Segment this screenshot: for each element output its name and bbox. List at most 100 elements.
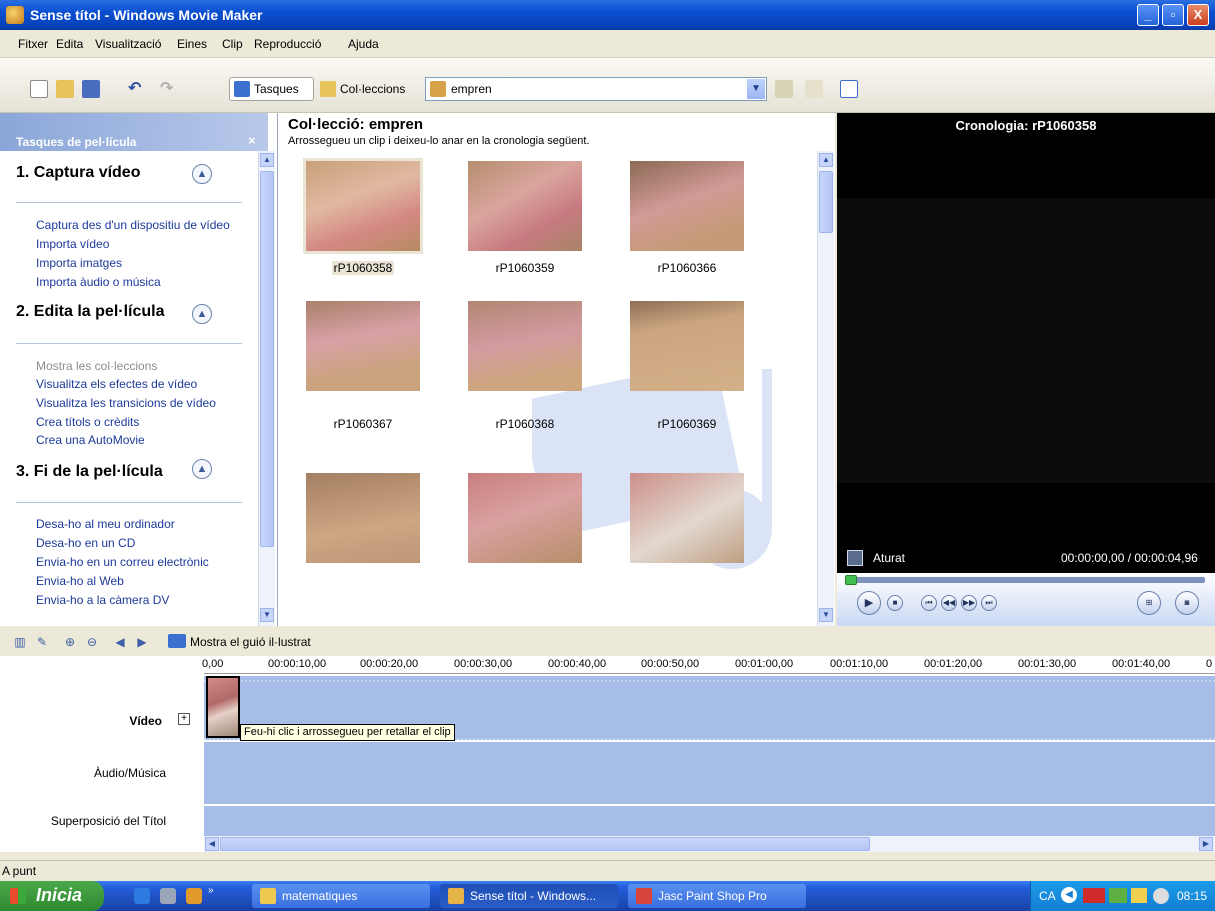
ruler-tick: 00:00:30,00 [454, 658, 513, 670]
ie-quicklaunch-icon[interactable] [134, 888, 150, 904]
collection-title: Col·lecció: empren [288, 116, 424, 133]
tray-expand-icon[interactable]: ◀ [1061, 887, 1077, 903]
taskbar-button-matematiques[interactable]: matematiques [252, 884, 430, 908]
storyboard-icon[interactable] [168, 634, 186, 648]
network-tray-icon[interactable] [1109, 888, 1127, 903]
fullscreen-icon[interactable] [847, 550, 863, 566]
scroll-thumb[interactable] [819, 171, 833, 233]
new-project-icon[interactable] [30, 80, 48, 98]
collapse-chevron-icon[interactable]: ▲ [192, 304, 212, 324]
minimize-button[interactable]: _ [1137, 4, 1159, 26]
collection-dropdown[interactable]: empren ▼ [425, 77, 767, 101]
narrate-timeline-icon[interactable]: ✎ [34, 634, 50, 650]
show-desktop-icon[interactable] [160, 888, 176, 904]
new-collection-icon[interactable] [805, 80, 823, 98]
close-button[interactable]: X [1187, 4, 1209, 26]
up-folder-icon[interactable] [775, 80, 793, 98]
play-icon[interactable]: ▶ [857, 591, 881, 615]
scroll-down-icon[interactable]: ▼ [819, 608, 833, 622]
ruler-tick: 00:00:10,00 [268, 658, 327, 670]
scroll-up-icon[interactable]: ▲ [819, 153, 833, 167]
scroll-left-icon[interactable]: ◀ [205, 837, 219, 851]
language-indicator[interactable]: CA [1039, 889, 1056, 903]
rewind-timeline-icon[interactable]: ◀ [112, 634, 128, 650]
security-tray-icon[interactable] [1131, 888, 1147, 903]
task-save-computer[interactable]: Desa-ho al meu ordinador [36, 517, 175, 531]
scroll-up-icon[interactable]: ▲ [260, 153, 274, 167]
collapse-chevron-icon[interactable]: ▲ [192, 459, 212, 479]
audio-track[interactable] [204, 742, 1215, 804]
maximize-button[interactable]: ▫ [1162, 4, 1184, 26]
more-quicklaunch-icon[interactable]: » [208, 885, 214, 896]
start-button[interactable]: Inicia [0, 881, 104, 911]
save-project-icon[interactable] [82, 80, 100, 98]
task-view-transitions[interactable]: Visualitza les transicions de vídeo [36, 396, 216, 410]
menu-file[interactable]: Fitxer [18, 37, 48, 51]
scroll-thumb[interactable] [260, 171, 274, 547]
ruler-tick: 00:01:10,00 [830, 658, 889, 670]
task-import-video[interactable]: Importa vídeo [36, 237, 109, 251]
zoom-in-icon[interactable]: ⊕ [62, 634, 78, 650]
scroll-right-icon[interactable]: ▶ [1199, 837, 1213, 851]
menu-clip[interactable]: Clip [222, 37, 243, 51]
tasks-button[interactable]: Tasques [229, 77, 314, 101]
collection-scrollbar[interactable]: ▲ ▼ [817, 151, 834, 626]
task-send-email[interactable]: Envia-ho en un correu electrònic [36, 555, 209, 569]
movie-maker-icon [448, 888, 464, 904]
views-icon[interactable] [840, 80, 858, 98]
menu-help[interactable]: Ajuda [348, 37, 379, 51]
collapse-chevron-icon[interactable]: ▲ [192, 164, 212, 184]
task-send-web[interactable]: Envia-ho al Web [36, 574, 124, 588]
collections-button[interactable]: Col·leccions [315, 77, 410, 101]
timeline-clip[interactable] [206, 676, 240, 738]
scroll-down-icon[interactable]: ▼ [260, 608, 274, 622]
task-capture-device[interactable]: Captura des d'un dispositiu de vídeo [36, 218, 230, 232]
seek-handle[interactable] [845, 575, 857, 585]
task-make-titles[interactable]: Crea títols o crèdits [36, 415, 139, 429]
section-edit-title[interactable]: 2. Edita la pel·lícula [16, 303, 165, 321]
menu-tools[interactable]: Eines [177, 37, 207, 51]
split-clip-icon[interactable]: ⊞ [1137, 591, 1161, 615]
forward-icon[interactable]: ▶▶ [961, 595, 977, 611]
task-view-effects[interactable]: Visualitza els efectes de vídeo [36, 377, 197, 391]
antivirus-tray-icon[interactable] [1083, 888, 1105, 903]
menu-edit[interactable]: Edita [56, 37, 83, 51]
menu-view[interactable]: Visualització [95, 37, 161, 51]
menu-playback[interactable]: Reproducció [254, 37, 321, 51]
chevron-down-icon[interactable]: ▼ [747, 79, 765, 99]
set-audio-levels-icon[interactable]: ▥ [12, 634, 28, 650]
task-automovie[interactable]: Crea una AutoMovie [36, 433, 145, 447]
timeline-scrollbar[interactable]: ◀ ▶ [204, 836, 1215, 852]
undo-icon[interactable]: ↶ [128, 80, 146, 98]
media-quicklaunch-icon[interactable] [186, 888, 202, 904]
volume-tray-icon[interactable] [1153, 888, 1169, 904]
playback-controls: ▶ ■ ⏮ ◀◀ ▶▶ ⏭ ⊞ ◙ [837, 573, 1215, 626]
task-import-images[interactable]: Importa imatges [36, 256, 122, 270]
title-overlay-track[interactable] [204, 806, 1215, 836]
section-capture-title[interactable]: 1. Captura vídeo [16, 164, 140, 182]
section-finish-title[interactable]: 3. Fi de la pel·lícula [16, 463, 163, 481]
task-send-dv-camera[interactable]: Envia-ho a la càmera DV [36, 593, 169, 607]
previous-frame-icon[interactable]: ⏮ [921, 595, 937, 611]
clock: 08:15 [1177, 889, 1208, 903]
seek-bar[interactable] [845, 577, 1205, 583]
redo-icon[interactable]: ↷ [160, 80, 178, 98]
task-import-audio[interactable]: Importa àudio o música [36, 275, 161, 289]
play-timeline-icon[interactable]: ▶ [134, 634, 150, 650]
zoom-out-icon[interactable]: ⊖ [84, 634, 100, 650]
scroll-thumb[interactable] [220, 837, 870, 851]
open-project-icon[interactable] [56, 80, 74, 98]
tasks-scrollbar[interactable]: ▲ ▼ [258, 151, 275, 626]
taskbar-button-movie-maker[interactable]: Sense títol - Windows... [440, 884, 618, 908]
show-storyboard-button[interactable]: Mostra el guió il·lustrat [190, 635, 311, 649]
expand-plus-icon[interactable]: + [178, 713, 190, 725]
close-tasks-pane-button[interactable]: × [248, 133, 256, 148]
next-frame-icon[interactable]: ⏭ [981, 595, 997, 611]
take-picture-icon[interactable]: ◙ [1175, 591, 1199, 615]
movie-tasks-header: Tasques de pel·lícula × [0, 113, 268, 151]
taskbar-button-paint-shop[interactable]: Jasc Paint Shop Pro [628, 884, 806, 908]
trim-tooltip: Feu-hi clic i arrossegueu per retallar e… [240, 724, 455, 741]
task-save-cd[interactable]: Desa-ho en un CD [36, 536, 135, 550]
rewind-icon[interactable]: ◀◀ [941, 595, 957, 611]
stop-icon[interactable]: ■ [887, 595, 903, 611]
